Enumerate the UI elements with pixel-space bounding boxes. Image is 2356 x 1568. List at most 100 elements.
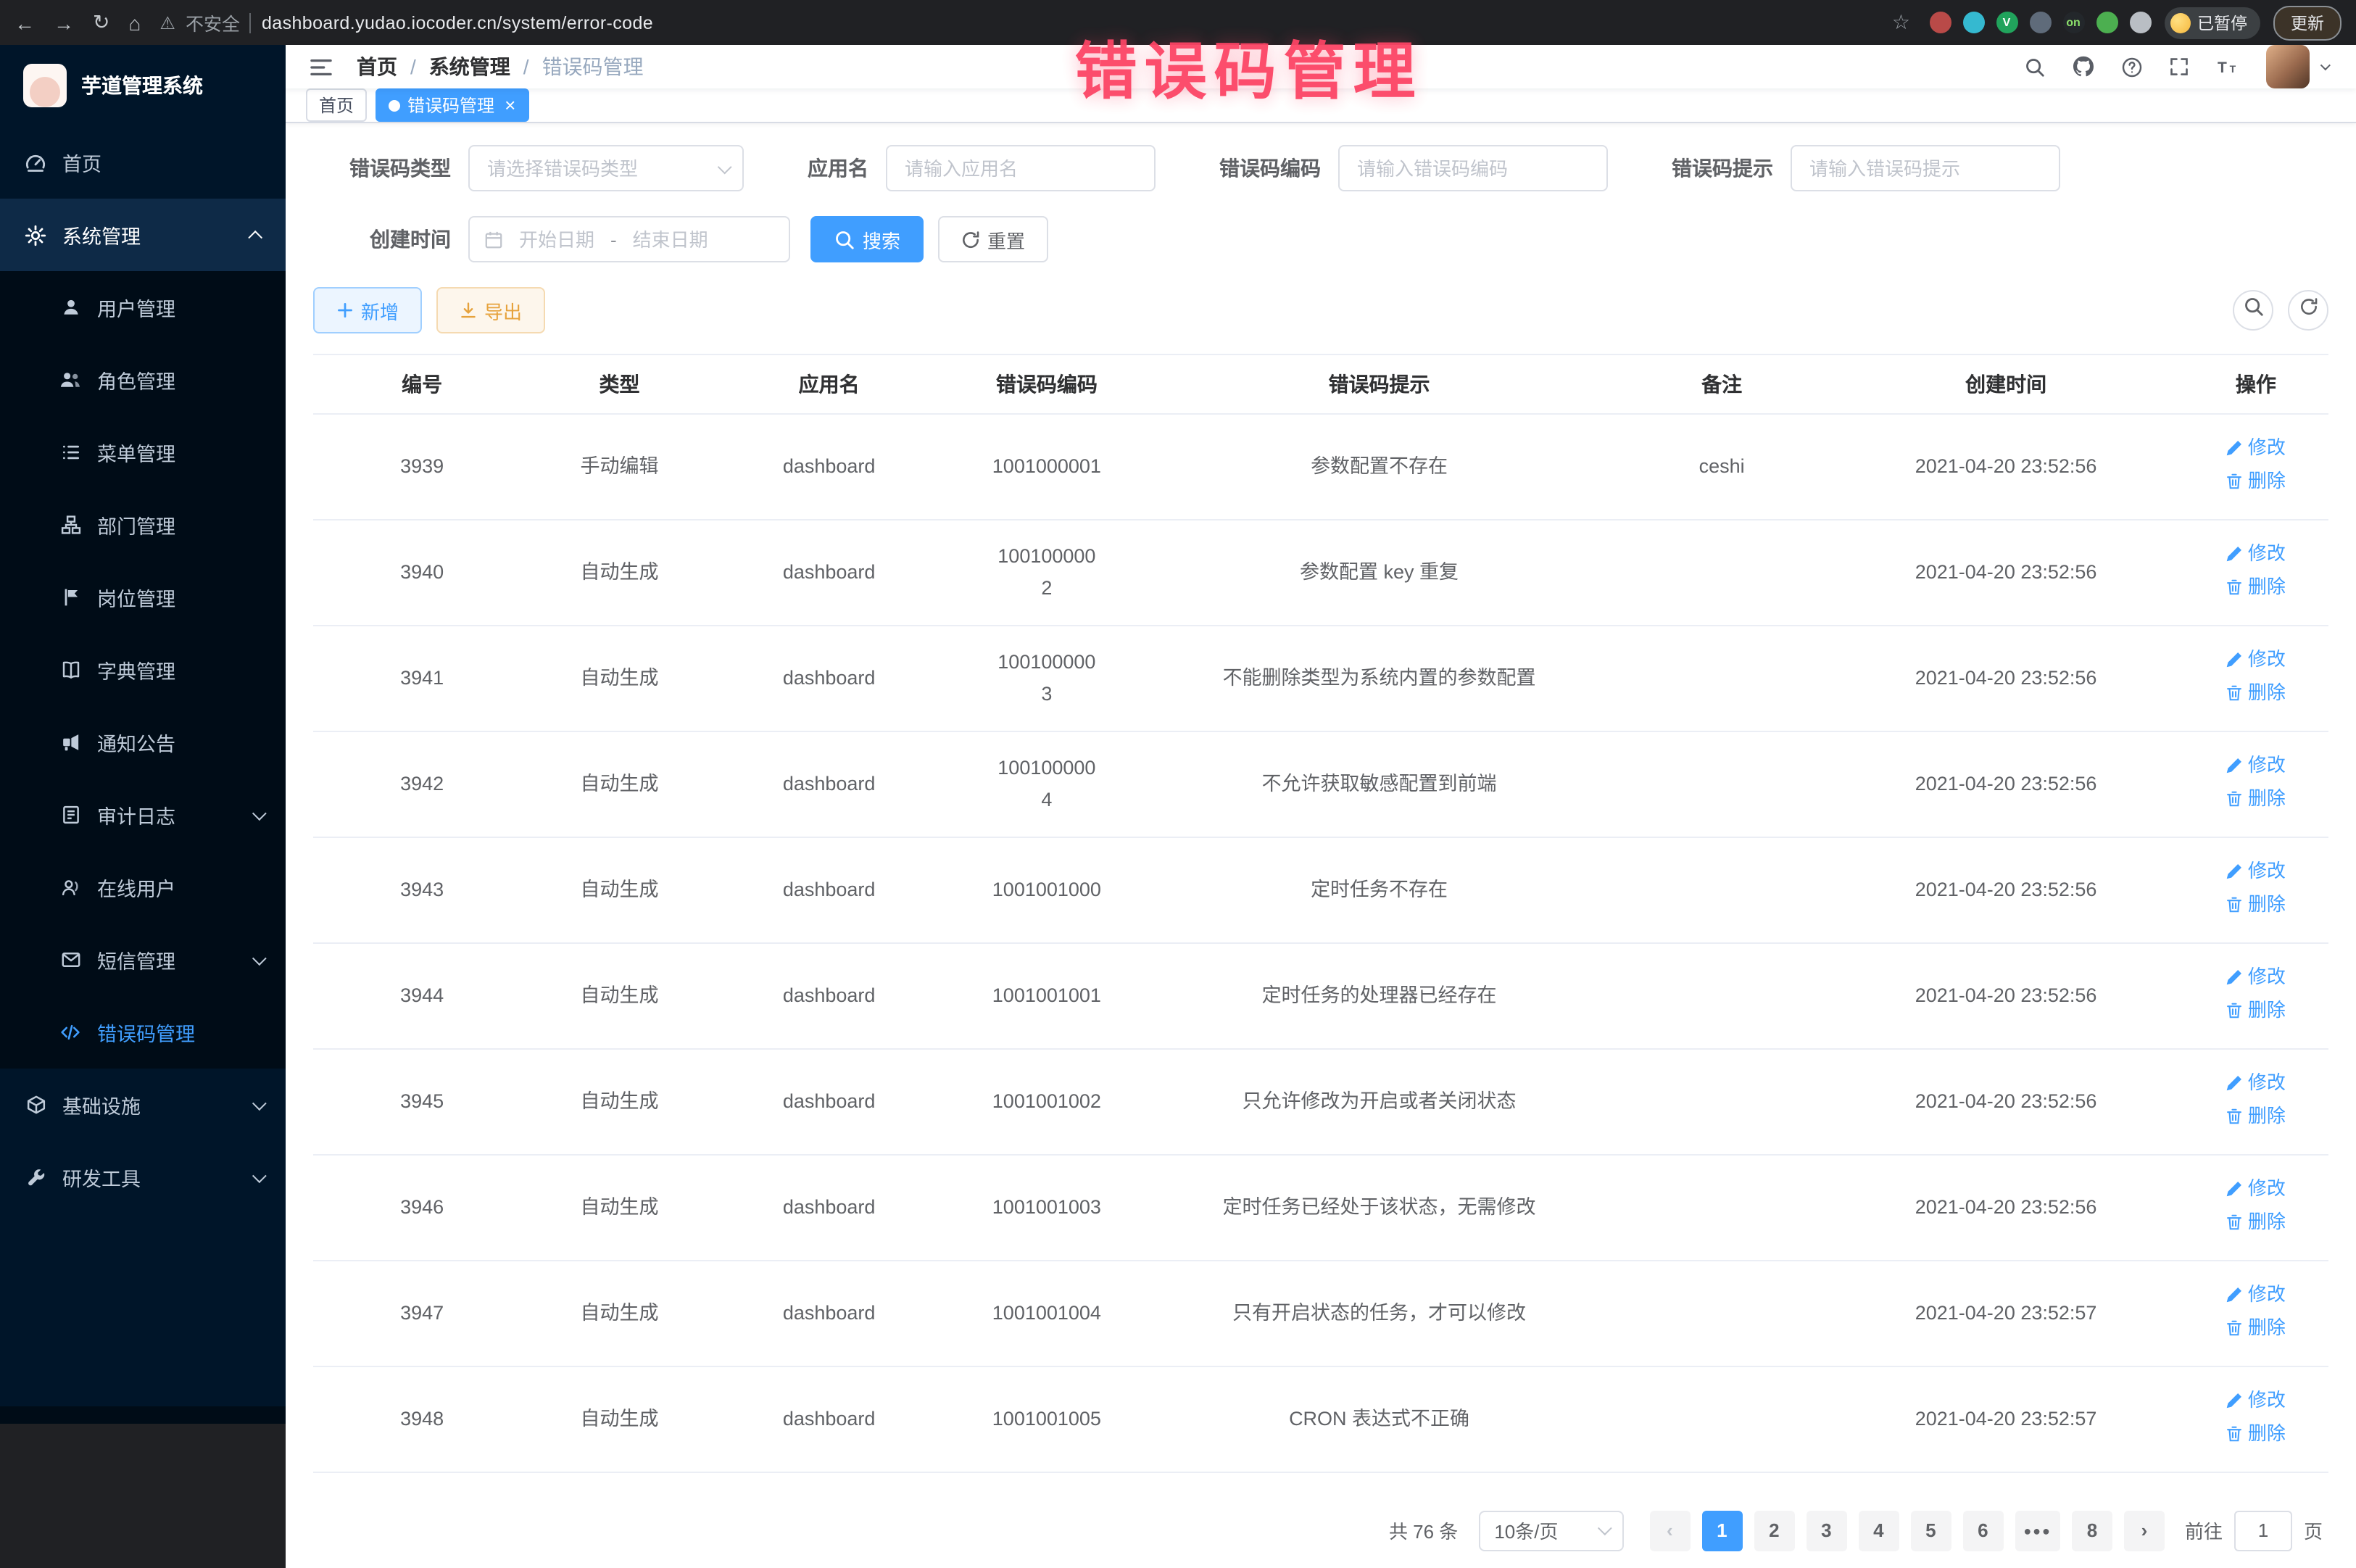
next-page-button[interactable]: › xyxy=(2124,1510,2165,1551)
breadcrumb-item[interactable]: 首页 xyxy=(357,52,397,81)
code-icon xyxy=(58,1022,83,1042)
people-extension-icon[interactable] xyxy=(2029,12,2051,33)
page-button-4[interactable]: 4 xyxy=(1858,1510,1899,1551)
sidebar-item-user[interactable]: 用户管理 xyxy=(0,271,286,344)
sidebar-item-post[interactable]: 岗位管理 xyxy=(0,561,286,634)
url-text[interactable]: dashboard.yudao.iocoder.cn/system/error-… xyxy=(262,12,653,33)
cell-operations: 修改删除 xyxy=(2183,837,2328,943)
add-button[interactable]: 新增 xyxy=(313,287,422,333)
edit-link[interactable]: 修改 xyxy=(2226,539,2286,570)
create-time-range[interactable]: - xyxy=(468,216,790,262)
sidebar-item-label: 基础设施 xyxy=(62,1090,141,1119)
page-button-3[interactable]: 3 xyxy=(1806,1510,1846,1551)
error-type-select[interactable] xyxy=(468,145,744,191)
paused-badge[interactable]: 已暂停 xyxy=(2164,7,2260,38)
sidebar-item-system[interactable]: 系统管理 xyxy=(0,199,286,271)
delete-link[interactable]: 删除 xyxy=(2226,467,2286,497)
refresh-icon[interactable]: ↻ xyxy=(93,10,109,35)
edit-link[interactable]: 修改 xyxy=(2226,1174,2286,1205)
page-button-5[interactable]: 5 xyxy=(1910,1510,1951,1551)
delete-link[interactable]: 删除 xyxy=(2226,573,2286,603)
page-button-8[interactable]: 8 xyxy=(2072,1510,2112,1551)
sidebar-item-role[interactable]: 角色管理 xyxy=(0,344,286,416)
page-button-2[interactable]: 2 xyxy=(1754,1510,1794,1551)
page-ellipsis[interactable]: ●●● xyxy=(2015,1510,2060,1551)
tab-error-code[interactable]: 错误码管理× xyxy=(376,88,528,122)
error-code-input[interactable] xyxy=(1354,156,1592,181)
record-extension-icon[interactable] xyxy=(1929,12,1951,33)
edit-link[interactable]: 修改 xyxy=(2226,1280,2286,1311)
leaf-extension-icon[interactable] xyxy=(2096,12,2118,33)
sidebar-item-online-user[interactable]: 在线用户 xyxy=(0,851,286,924)
app-name-field[interactable] xyxy=(886,145,1156,191)
drop-extension-icon[interactable] xyxy=(1962,12,1984,33)
github-icon[interactable] xyxy=(2072,55,2095,78)
address-bar[interactable]: ⚠ 不安全 dashboard.yudao.iocoder.cn/system/… xyxy=(159,9,1916,36)
app-logo[interactable]: 芋道管理系统 xyxy=(0,45,286,126)
sidebar-item-dev-tools[interactable]: 研发工具 xyxy=(0,1141,286,1214)
page-size-select[interactable]: 10条/页 xyxy=(1478,1510,1623,1551)
delete-link-label: 删除 xyxy=(2248,996,2286,1026)
edit-link[interactable]: 修改 xyxy=(2226,1385,2286,1416)
forward-icon[interactable]: → xyxy=(54,11,74,34)
delete-link[interactable]: 删除 xyxy=(2226,996,2286,1026)
user-menu[interactable] xyxy=(2266,45,2327,88)
toggle-search-button[interactable] xyxy=(2233,290,2273,331)
edit-link[interactable]: 修改 xyxy=(2226,1069,2286,1099)
sidebar-item-infra[interactable]: 基础设施 xyxy=(0,1069,286,1141)
sidebar-item-dept[interactable]: 部门管理 xyxy=(0,489,286,561)
end-date-input[interactable] xyxy=(626,227,715,252)
sidebar-item-sms[interactable]: 短信管理 xyxy=(0,924,286,996)
home-icon[interactable]: ⌂ xyxy=(128,11,141,34)
breadcrumb-item[interactable]: 系统管理 xyxy=(429,52,510,81)
delete-link[interactable]: 删除 xyxy=(2226,890,2286,921)
export-button[interactable]: 导出 xyxy=(436,287,545,333)
error-code-field[interactable] xyxy=(1338,145,1608,191)
bookmark-star-icon[interactable]: ☆ xyxy=(1892,10,1916,35)
sidebar-item-error-code[interactable]: 错误码管理 xyxy=(0,996,286,1069)
tab-close-icon[interactable]: × xyxy=(505,96,515,115)
breadcrumb-item[interactable]: 错误码管理 xyxy=(542,52,644,81)
sidebar-item-dict[interactable]: 字典管理 xyxy=(0,634,286,706)
address-divider xyxy=(250,12,252,33)
sidebar-item-menu[interactable]: 菜单管理 xyxy=(0,416,286,489)
edit-link[interactable]: 修改 xyxy=(2226,963,2286,993)
page-button-1[interactable]: 1 xyxy=(1701,1510,1742,1551)
app-name-input[interactable] xyxy=(902,156,1140,181)
sidebar-item-audit-log[interactable]: 审计日志 xyxy=(0,779,286,851)
pin-extension-icon[interactable] xyxy=(2129,12,2151,33)
prev-page-button[interactable]: ‹ xyxy=(1649,1510,1690,1551)
error-type-select-input[interactable] xyxy=(484,156,710,181)
error-hint-input[interactable] xyxy=(1807,156,2044,181)
start-date-input[interactable] xyxy=(512,227,602,252)
update-button[interactable]: 更新 xyxy=(2273,5,2342,40)
delete-link[interactable]: 删除 xyxy=(2226,1313,2286,1343)
delete-link[interactable]: 删除 xyxy=(2226,679,2286,709)
tab-home[interactable]: 首页 xyxy=(306,88,367,122)
goto-page-input[interactable] xyxy=(2234,1510,2292,1551)
search-button[interactable]: 搜索 xyxy=(810,216,924,262)
reset-button[interactable]: 重置 xyxy=(938,216,1048,262)
hamburger-icon[interactable] xyxy=(309,56,333,78)
edit-link[interactable]: 修改 xyxy=(2226,751,2286,781)
sidebar-item-home[interactable]: 首页 xyxy=(0,126,286,199)
fullscreen-icon[interactable] xyxy=(2169,57,2189,77)
edit-link[interactable]: 修改 xyxy=(2226,857,2286,887)
search-icon[interactable] xyxy=(2024,56,2046,78)
delete-link[interactable]: 删除 xyxy=(2226,1102,2286,1132)
refresh-table-button[interactable] xyxy=(2288,290,2328,331)
question-icon[interactable] xyxy=(2121,56,2143,78)
delete-link[interactable]: 删除 xyxy=(2226,784,2286,815)
page-button-6[interactable]: 6 xyxy=(1962,1510,2003,1551)
sidebar-item-notice[interactable]: 通知公告 xyxy=(0,706,286,779)
edit-link[interactable]: 修改 xyxy=(2226,645,2286,676)
delete-link[interactable]: 删除 xyxy=(2226,1208,2286,1238)
error-hint-field[interactable] xyxy=(1791,145,2060,191)
back-icon[interactable]: ← xyxy=(14,11,35,34)
tab-bar: 首页错误码管理× xyxy=(286,88,2356,123)
on-badge-extension-icon[interactable]: on xyxy=(2062,12,2084,33)
security-label[interactable]: 不安全 xyxy=(186,9,240,36)
edit-link[interactable]: 修改 xyxy=(2226,434,2286,464)
font-size-icon[interactable]: TT xyxy=(2215,57,2240,77)
check-extension-icon[interactable]: V xyxy=(1996,12,2017,33)
